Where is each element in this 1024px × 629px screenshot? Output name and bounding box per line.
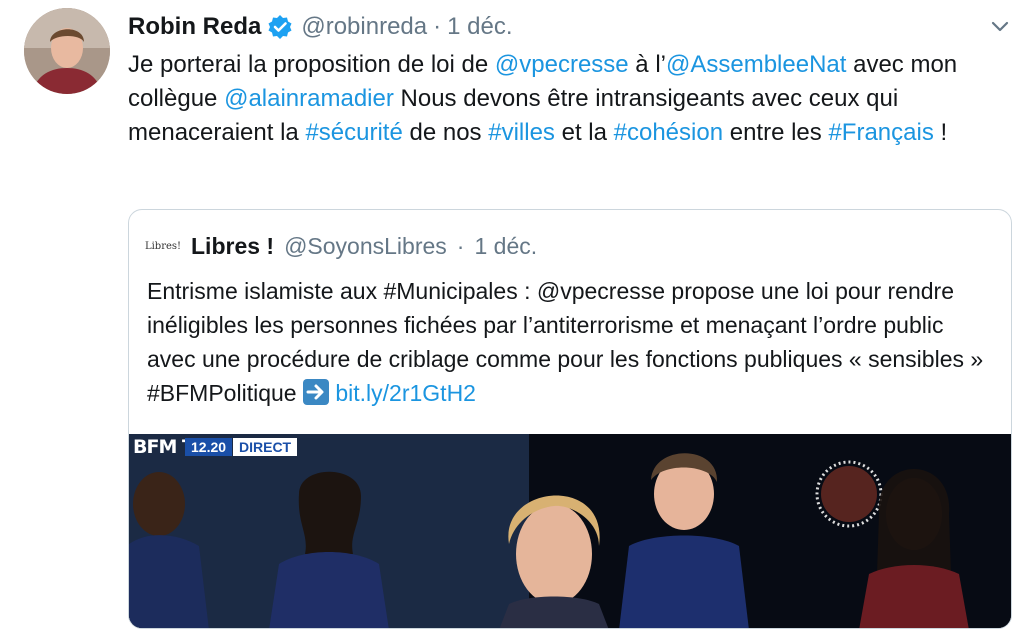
tweet-link[interactable]: #cohésion: [614, 119, 723, 146]
tweet-text-segment: entre les: [723, 119, 829, 146]
tweet-date[interactable]: 1 déc.: [447, 13, 512, 41]
right-arrow-emoji-icon: [302, 379, 329, 405]
tweet-text-segment: !: [933, 119, 948, 146]
verified-badge-icon: [267, 14, 293, 40]
quoted-media-image[interactable]: BFM TV. 12.20 DIRECT: [129, 434, 1011, 628]
quoted-text-body: Entrisme islamiste aux #Municipales : @v…: [147, 278, 984, 406]
tweet-text-segment: à l’: [628, 51, 666, 78]
tweet-link[interactable]: @vpecresse: [495, 51, 629, 78]
quoted-avatar[interactable]: Libres!: [145, 230, 181, 262]
tweet-link[interactable]: @alainramadier: [224, 85, 394, 112]
tweet-link[interactable]: #sécurité: [305, 119, 402, 146]
tweet-link[interactable]: #villes: [488, 119, 555, 146]
tweet-link[interactable]: @AssembleeNat: [666, 51, 846, 78]
tv-studio-scene: [129, 434, 1011, 628]
live-label: DIRECT: [233, 438, 298, 456]
quoted-short-link[interactable]: bit.ly/2r1GtH2: [335, 380, 476, 406]
author-handle[interactable]: @robinreda: [301, 13, 427, 41]
tweet-text-segment: et la: [554, 119, 614, 146]
chevron-down-icon[interactable]: [986, 12, 1014, 40]
quoted-date[interactable]: 1 déc.: [474, 233, 537, 260]
author-name[interactable]: Robin Reda: [128, 13, 261, 41]
tweet-text-segment: Je porterai la proposition de loi de: [128, 51, 495, 78]
author-avatar[interactable]: [24, 8, 110, 94]
tweet-header: Robin Reda @robinreda · 1 déc.: [128, 10, 513, 44]
broadcast-time: 12.20: [185, 438, 233, 456]
tweet-text-segment: de nos: [402, 119, 489, 146]
quoted-author-name[interactable]: Libres !: [191, 233, 274, 260]
quoted-header: Libres! Libres ! @SoyonsLibres · 1 déc.: [145, 230, 537, 262]
tweet-link[interactable]: #Français: [828, 119, 933, 146]
quoted-author-handle[interactable]: @SoyonsLibres: [284, 233, 447, 260]
separator-dot: ·: [433, 13, 442, 40]
tweet-text: Je porterai la proposition de loi de @vp…: [128, 48, 998, 150]
quoted-text: Entrisme islamiste aux #Municipales : @v…: [147, 274, 997, 410]
quoted-separator-dot: ·: [456, 232, 465, 259]
quoted-tweet-card[interactable]: Libres! Libres ! @SoyonsLibres · 1 déc. …: [128, 209, 1012, 629]
